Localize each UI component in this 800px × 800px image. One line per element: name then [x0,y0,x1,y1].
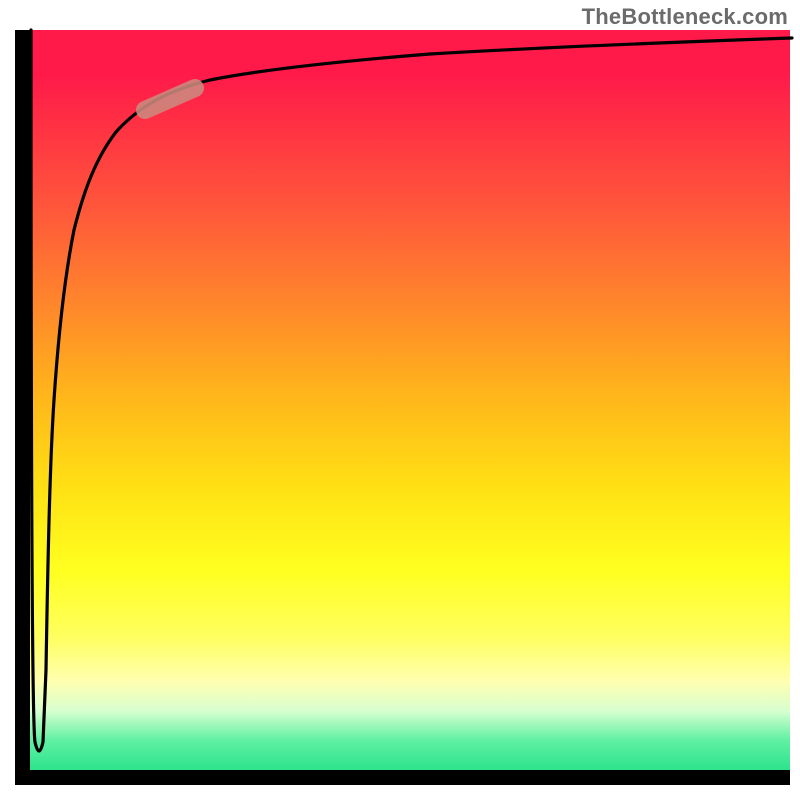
curve-main [46,38,792,670]
y-axis [15,30,30,770]
chart-stage: TheBottleneck.com [0,0,800,800]
x-axis [15,770,790,785]
curve-initial-dip [31,30,46,751]
curve-layer [30,30,790,770]
watermark-text: TheBottleneck.com [582,4,788,30]
marker-pill [145,88,195,110]
